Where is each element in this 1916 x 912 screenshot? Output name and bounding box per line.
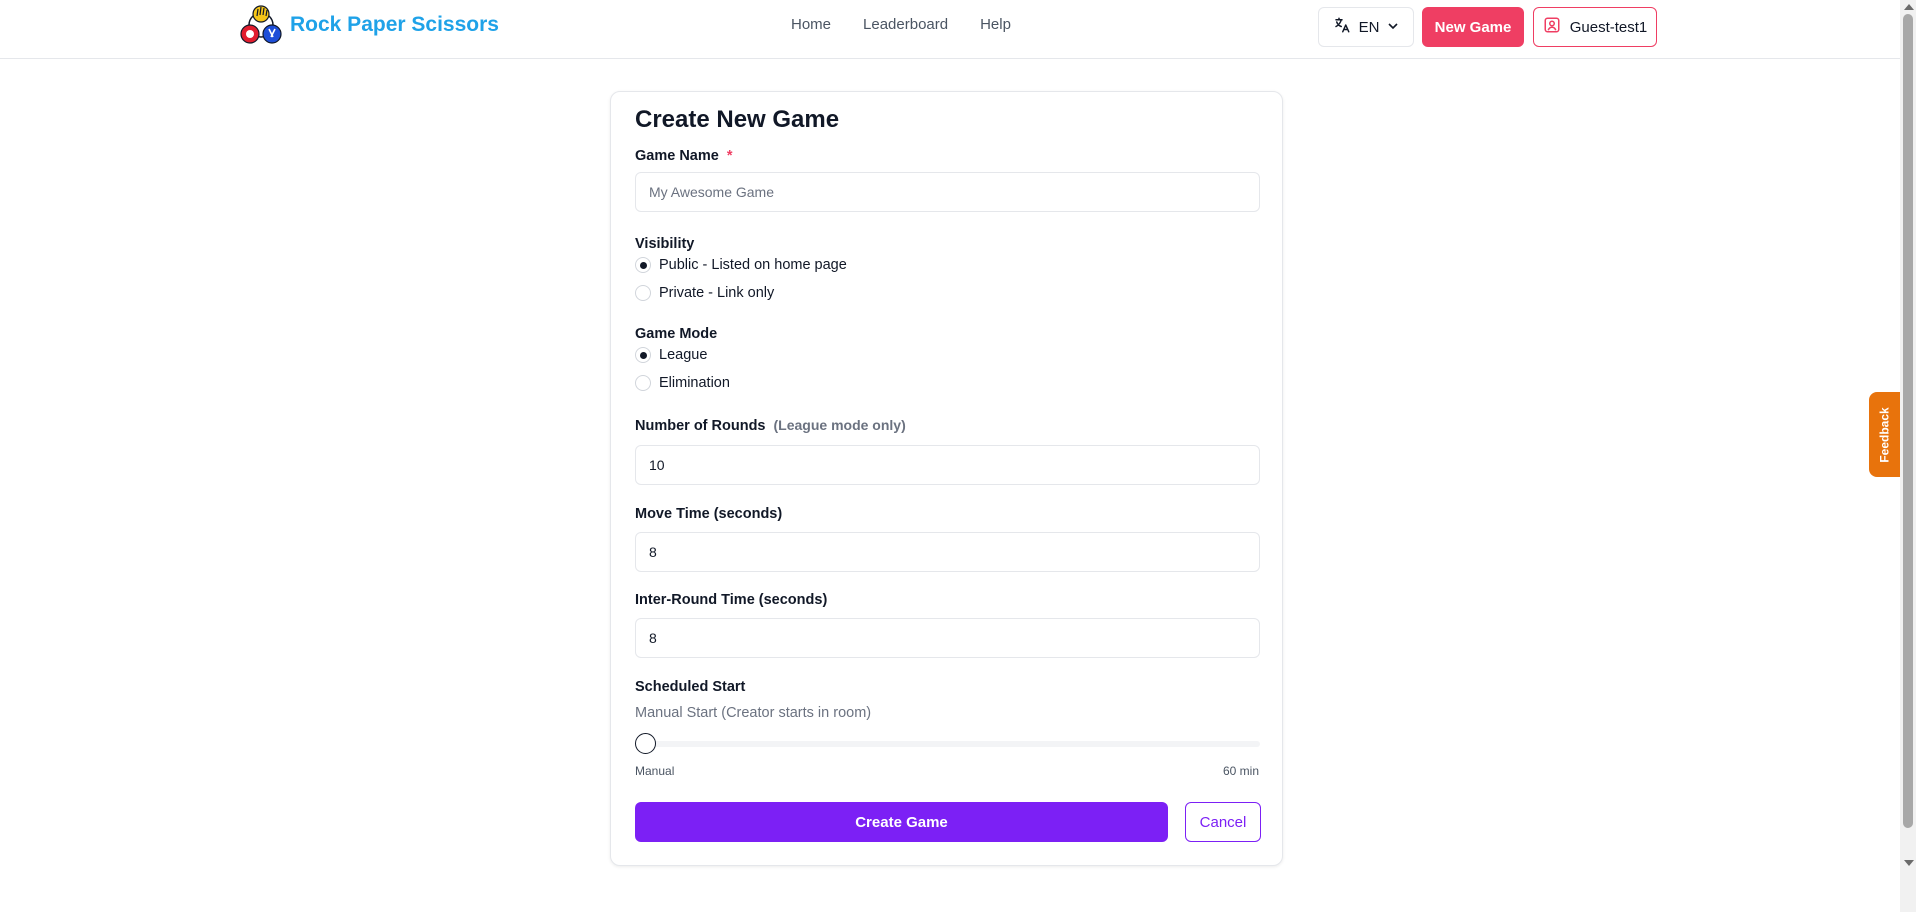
visibility-public-option[interactable]: Public - Listed on home page: [635, 257, 847, 273]
rounds-label: Number of Rounds (League mode only): [635, 417, 906, 434]
rps-logo-icon: [239, 4, 283, 46]
mode-league-radio[interactable]: [635, 347, 651, 363]
nav-help[interactable]: Help: [980, 16, 1011, 33]
game-name-input[interactable]: My Awesome Game: [635, 172, 1260, 212]
rounds-label-text: Number of Rounds: [635, 418, 766, 434]
scroll-up-arrow-icon[interactable]: [1904, 4, 1914, 10]
scroll-thumb[interactable]: [1903, 14, 1913, 828]
required-mark: *: [726, 148, 733, 164]
game-name-label: Game Name *: [635, 148, 732, 164]
slider-max-label: 60 min: [1222, 764, 1259, 778]
game-name-label-text: Game Name: [635, 148, 719, 164]
move-time-label: Move Time (seconds): [635, 506, 783, 522]
user-name: Guest-test1: [1569, 18, 1648, 36]
mode-elimination-radio[interactable]: [635, 375, 651, 391]
visibility-private-option[interactable]: Private - Link only: [635, 285, 774, 301]
new-game-button[interactable]: New Game: [1422, 7, 1524, 47]
visibility-private-radio[interactable]: [635, 285, 651, 301]
cancel-button[interactable]: Cancel: [1185, 802, 1261, 842]
user-icon: [1543, 16, 1561, 38]
feedback-label: Feedback: [1878, 406, 1893, 463]
rounds-hint: (League mode only): [773, 417, 906, 433]
brand-name: Rock Paper Scissors: [290, 13, 499, 36]
inter-round-time-label: Inter-Round Time (seconds): [635, 592, 828, 608]
inter-round-time-input[interactable]: 8: [635, 618, 1260, 658]
rounds-input[interactable]: 10: [635, 445, 1260, 485]
top-header: Rock Paper Scissors Home Leaderboard Hel…: [0, 0, 1900, 59]
scheduled-start-label: Scheduled Start: [635, 679, 746, 695]
create-game-card: Create New Game Game Name * My Awesome Ga…: [610, 91, 1283, 866]
mode-league-option[interactable]: League: [635, 347, 707, 363]
brand-logo[interactable]: Rock Paper Scissors: [239, 4, 499, 46]
page-title: Create New Game: [635, 106, 840, 133]
translate-icon: [1333, 16, 1351, 38]
scheduled-start-slider-track[interactable]: [635, 741, 1260, 747]
nav-home[interactable]: Home: [791, 16, 831, 33]
language-selector[interactable]: EN: [1318, 7, 1414, 47]
scheduled-start-slider-thumb[interactable]: [635, 733, 656, 754]
mode-elimination-option[interactable]: Elimination: [635, 375, 730, 391]
chevron-down-icon: [1387, 19, 1399, 36]
scroll-down-arrow-icon[interactable]: [1904, 860, 1914, 866]
game-mode-label: Game Mode: [635, 326, 718, 342]
user-menu-button[interactable]: Guest-test1: [1533, 7, 1657, 47]
mode-elimination-label: Elimination: [659, 375, 730, 391]
visibility-label: Visibility: [635, 236, 695, 252]
visibility-public-label: Public - Listed on home page: [659, 257, 847, 273]
visibility-public-radio[interactable]: [635, 257, 651, 273]
move-time-input[interactable]: 8: [635, 532, 1260, 572]
main-nav: Home Leaderboard Help: [791, 16, 1011, 33]
visibility-private-label: Private - Link only: [659, 285, 775, 301]
create-game-button[interactable]: Create Game: [635, 802, 1168, 842]
feedback-tab[interactable]: Feedback: [1869, 392, 1901, 477]
language-code: EN: [1358, 18, 1380, 36]
mode-league-label: League: [659, 347, 708, 363]
scheduled-start-description: Manual Start (Creator starts in room): [635, 705, 872, 721]
nav-leaderboard[interactable]: Leaderboard: [863, 16, 948, 33]
slider-min-label: Manual: [635, 764, 675, 778]
page-scrollbar[interactable]: [1900, 0, 1916, 912]
